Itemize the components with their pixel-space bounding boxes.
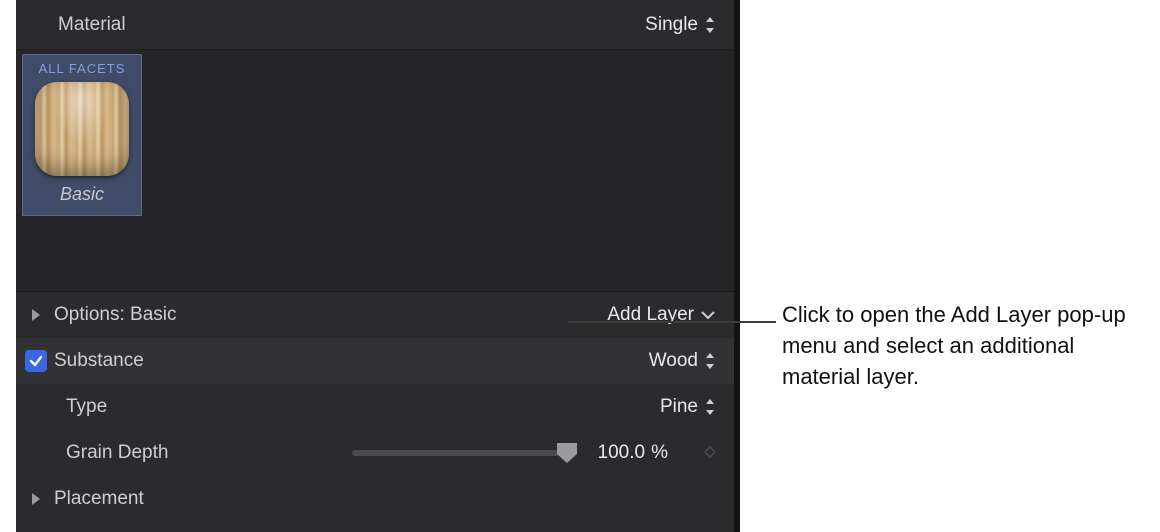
callout-leader-line xyxy=(568,321,776,323)
material-inspector-panel: Material Single ALL FACETS Basic Options… xyxy=(16,0,740,532)
diamond-icon xyxy=(704,442,716,464)
type-select[interactable]: Pine xyxy=(660,396,716,418)
substance-row: Substance Wood xyxy=(16,338,734,384)
material-header-row: Material Single xyxy=(16,0,734,50)
substance-value: Wood xyxy=(649,350,698,372)
grain-depth-label: Grain Depth xyxy=(48,442,188,464)
callout-text: Click to open the Add Layer pop-up menu … xyxy=(782,300,1142,392)
material-swatch-label: Basic xyxy=(23,184,141,205)
type-row: Type Pine xyxy=(16,384,734,430)
material-label: Material xyxy=(34,14,126,36)
options-disclosure[interactable] xyxy=(24,308,48,322)
slider-thumb[interactable] xyxy=(557,443,577,463)
material-mode-select[interactable]: Single xyxy=(645,14,716,36)
grain-depth-value: 100.0 xyxy=(598,442,646,464)
facets-tab-title: ALL FACETS xyxy=(23,61,141,76)
substance-select[interactable]: Wood xyxy=(649,350,716,372)
placement-label: Placement xyxy=(48,488,144,510)
options-row: Options: Basic Add Layer xyxy=(16,292,734,338)
material-swatch[interactable] xyxy=(35,82,129,176)
substance-checkbox[interactable] xyxy=(25,350,47,372)
placement-row: Placement xyxy=(16,476,734,522)
chevron-down-icon xyxy=(700,309,716,321)
grain-depth-slider[interactable] xyxy=(352,450,572,456)
grain-depth-row: Grain Depth 100.0 % xyxy=(16,430,734,476)
options-label: Options: Basic xyxy=(48,304,177,326)
updown-icon xyxy=(704,399,716,415)
type-value: Pine xyxy=(660,396,698,418)
updown-icon xyxy=(704,17,716,33)
type-label: Type xyxy=(48,396,107,418)
substance-label: Substance xyxy=(48,350,144,372)
facets-tab-all[interactable]: ALL FACETS Basic xyxy=(22,54,142,216)
facets-strip: ALL FACETS Basic xyxy=(16,50,734,292)
grain-depth-unit: % xyxy=(651,442,668,464)
updown-icon xyxy=(704,353,716,369)
placement-disclosure[interactable] xyxy=(24,492,48,506)
material-mode-value: Single xyxy=(645,14,698,36)
grain-depth-value-field[interactable]: 100.0 % xyxy=(596,442,716,464)
